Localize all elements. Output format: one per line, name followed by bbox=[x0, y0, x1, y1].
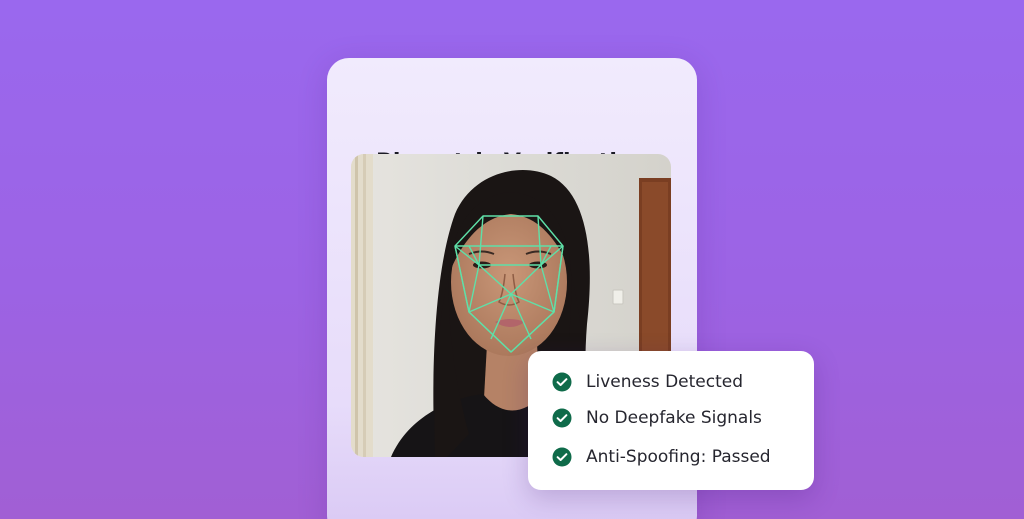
page: { "card": { "title": "Biometric Verifica… bbox=[0, 0, 1024, 519]
check-circle-icon bbox=[552, 372, 572, 392]
check-circle-icon bbox=[552, 447, 572, 467]
check-circle-icon bbox=[552, 408, 572, 428]
check-item-label: No Deepfake Signals bbox=[586, 408, 762, 428]
check-item-liveness: Liveness Detected bbox=[552, 371, 743, 393]
check-item-anti-spoofing: Anti-Spoofing: Passed bbox=[552, 446, 771, 468]
check-item-label: Anti-Spoofing: Passed bbox=[586, 447, 771, 467]
check-item-deepfake: No Deepfake Signals bbox=[552, 407, 762, 429]
verification-checks-panel: Liveness Detected No Deepfake Signals An… bbox=[528, 351, 814, 490]
check-item-label: Liveness Detected bbox=[586, 372, 744, 392]
